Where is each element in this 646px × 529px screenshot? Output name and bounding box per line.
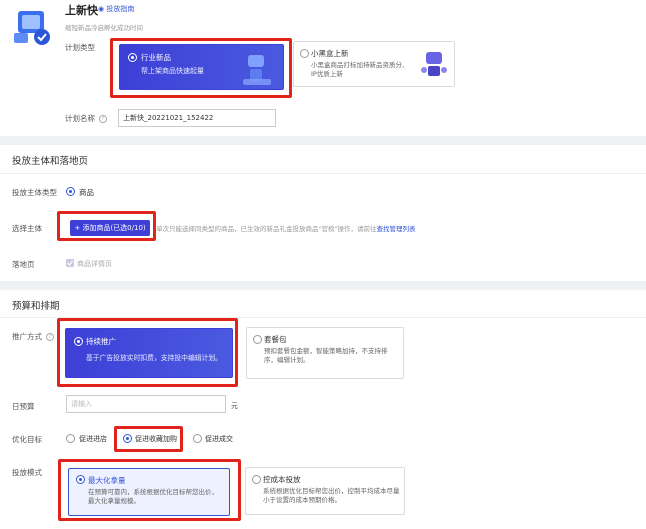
- guide-icon: ◉: [98, 5, 105, 13]
- page-subtitle: 缩短新品冷启孵化成功时间: [65, 24, 143, 32]
- highlight-plan-type: [110, 38, 292, 98]
- bid-option-desc: 系统根据优化目标帮您出价，控制平均成本尽量小于设置的成本预期价格。: [263, 487, 400, 504]
- plan-header-card: 上新快 ◉ 投放指南 缩短新品冷启孵化成功时间 计划类型 行业新品 帮上架商品快…: [0, 0, 646, 136]
- budget-card: 预算和排期 推广方式? 持续推广 基于广告投放实时扣费，支持投中编辑计划。 套餐…: [0, 290, 646, 529]
- daily-budget-input[interactable]: 请输入: [66, 395, 226, 413]
- plan-type-option-title: 小黑盒上新: [311, 49, 349, 58]
- help-icon: ?: [46, 333, 54, 341]
- goal-radio-visit[interactable]: [66, 434, 75, 443]
- promo-option-title: 套餐包: [264, 335, 287, 344]
- add-goods-hint: 单次只能选择同类型的商品，已生效的新品礼金投放商品"官榜"操作，请前往查找管理列…: [156, 223, 415, 233]
- goal-radio-deal[interactable]: [193, 434, 202, 443]
- section-title-subject: 投放主体和落地页: [12, 156, 89, 167]
- plan-name-input[interactable]: 上新快_20221021_152422: [118, 109, 276, 127]
- highlight-promo-mode: [57, 318, 238, 387]
- section-divider: [0, 173, 646, 174]
- plan-name-label: 计划名称?: [65, 113, 107, 124]
- promo-radio-package[interactable]: [253, 335, 262, 344]
- landing-page-label: 落地页: [12, 260, 35, 269]
- highlight-optimize-goal: [114, 426, 183, 452]
- guide-link-label: 投放指南: [106, 5, 135, 13]
- promo-mode-label: 推广方式?: [12, 331, 54, 342]
- bid-mode-label: 投放模式: [12, 468, 42, 477]
- guide-link[interactable]: ◉ 投放指南: [98, 4, 134, 14]
- promo-option-desc: 预扣套餐包金额，智能策略加持，不支持排序，编辑计划。: [264, 347, 388, 364]
- bid-option-cost-control[interactable]: 控成本投放 系统根据优化目标帮您出价，控制平均成本尽量小于设置的成本预期价格。: [245, 467, 405, 515]
- optimize-goal-label: 优化目标: [12, 435, 42, 444]
- select-subject-label: 选择主体: [12, 224, 42, 233]
- plan-type-label: 计划类型: [65, 43, 95, 52]
- help-icon: ?: [99, 115, 107, 123]
- subject-type-radio-goods[interactable]: [66, 187, 75, 196]
- product-logo: [12, 7, 52, 47]
- page-title: 上新快: [65, 4, 98, 17]
- plan-type-option-desc: 小黑盒商品打标加持新品资质分、IP优质上新: [311, 61, 409, 78]
- daily-budget-unit: 元: [231, 402, 238, 410]
- check-icon: [67, 260, 73, 266]
- highlight-add-goods: [57, 211, 156, 241]
- subject-type-value: 商品: [79, 188, 94, 197]
- robot-illustration-icon: [418, 48, 450, 84]
- bid-option-title: 控成本投放: [263, 475, 301, 484]
- goods-manage-link[interactable]: 查找管理列表: [376, 225, 415, 233]
- plan-type-radio-blackbox[interactable]: [300, 49, 309, 58]
- landing-page-value: 商品详情页: [77, 260, 112, 268]
- subject-card: 投放主体和落地页 投放主体类型 商品 选择主体 + 添加商品(已选0/10) 单…: [0, 145, 646, 281]
- add-goods-hint-text: 单次只能选择同类型的商品，已生效的新品礼金投放商品: [156, 225, 319, 233]
- subject-type-label: 投放主体类型: [12, 188, 57, 197]
- landing-page-checkbox[interactable]: [66, 259, 74, 267]
- bid-radio-cost-control[interactable]: [252, 475, 261, 484]
- promo-option-package[interactable]: 套餐包 预扣套餐包金额，智能策略加持，不支持排序，编辑计划。: [246, 327, 404, 379]
- plan-type-option-blackbox[interactable]: 小黑盒上新 小黑盒商品打标加持新品资质分、IP优质上新: [293, 41, 455, 87]
- section-title-budget: 预算和排期: [12, 301, 60, 312]
- daily-budget-label: 日预算: [12, 402, 35, 411]
- add-goods-hint-tail: "官榜"操作，请前往: [318, 225, 377, 233]
- highlight-bid-mode: [58, 459, 241, 521]
- goal-label-visit: 促进进店: [79, 435, 107, 443]
- goal-label-deal: 促进成交: [205, 435, 233, 443]
